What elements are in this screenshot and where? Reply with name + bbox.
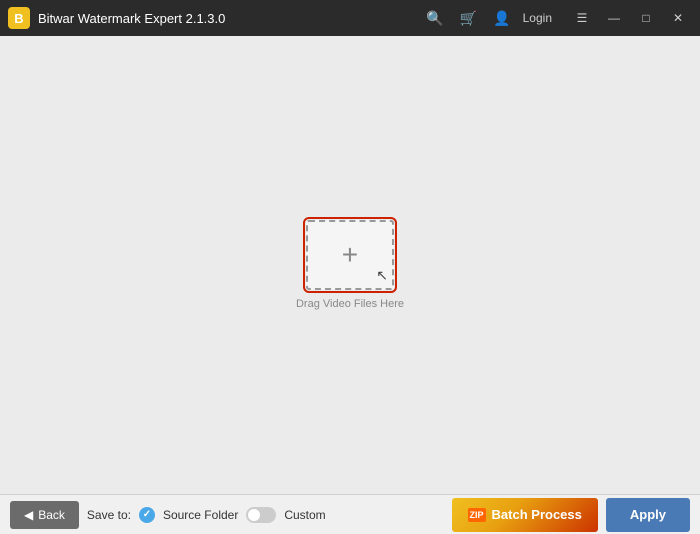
batch-process-button[interactable]: ZIP Batch Process xyxy=(452,498,598,532)
title-icons: 🔍 🛒 👤 xyxy=(426,10,510,27)
save-to-label: Save to: xyxy=(87,508,131,522)
logo-letter: B xyxy=(14,11,23,26)
main-content: + Drag Video Files Here xyxy=(0,36,700,494)
app-title: Bitwar Watermark Expert 2.1.3.0 xyxy=(38,11,426,26)
close-button[interactable]: ✕ xyxy=(664,4,692,32)
source-folder-checkbox[interactable] xyxy=(139,507,155,523)
back-button[interactable]: ◀ Back xyxy=(10,501,79,529)
source-folder-label: Source Folder xyxy=(163,508,238,522)
drop-zone-wrapper: + Drag Video Files Here xyxy=(296,220,404,310)
cart-icon[interactable]: 🛒 xyxy=(460,10,477,27)
app-logo: B xyxy=(8,7,30,29)
custom-label: Custom xyxy=(284,508,325,522)
bottom-bar: ◀ Back Save to: Source Folder Custom ZIP… xyxy=(0,494,700,534)
menu-icon[interactable]: ☰ xyxy=(568,4,596,32)
back-label: Back xyxy=(38,508,65,522)
add-files-icon: + xyxy=(342,241,358,269)
apply-label: Apply xyxy=(630,507,666,522)
login-button[interactable]: Login xyxy=(523,11,552,25)
apply-button[interactable]: Apply xyxy=(606,498,690,532)
user-icon[interactable]: 👤 xyxy=(493,10,510,27)
back-icon: ◀ xyxy=(24,508,33,522)
login-label: Login xyxy=(523,11,552,25)
batch-process-icon: ZIP xyxy=(468,508,486,522)
batch-process-label: Batch Process xyxy=(492,507,582,522)
drop-label: Drag Video Files Here xyxy=(296,298,404,310)
drop-zone[interactable]: + xyxy=(306,220,394,290)
custom-toggle[interactable] xyxy=(246,507,276,523)
minimize-button[interactable]: — xyxy=(600,4,628,32)
window-controls: ☰ — □ ✕ xyxy=(568,4,692,32)
batch-icon-text: ZIP xyxy=(470,510,484,520)
maximize-button[interactable]: □ xyxy=(632,4,660,32)
title-bar: B Bitwar Watermark Expert 2.1.3.0 🔍 🛒 👤 … xyxy=(0,0,700,36)
search-icon[interactable]: 🔍 xyxy=(426,10,443,27)
